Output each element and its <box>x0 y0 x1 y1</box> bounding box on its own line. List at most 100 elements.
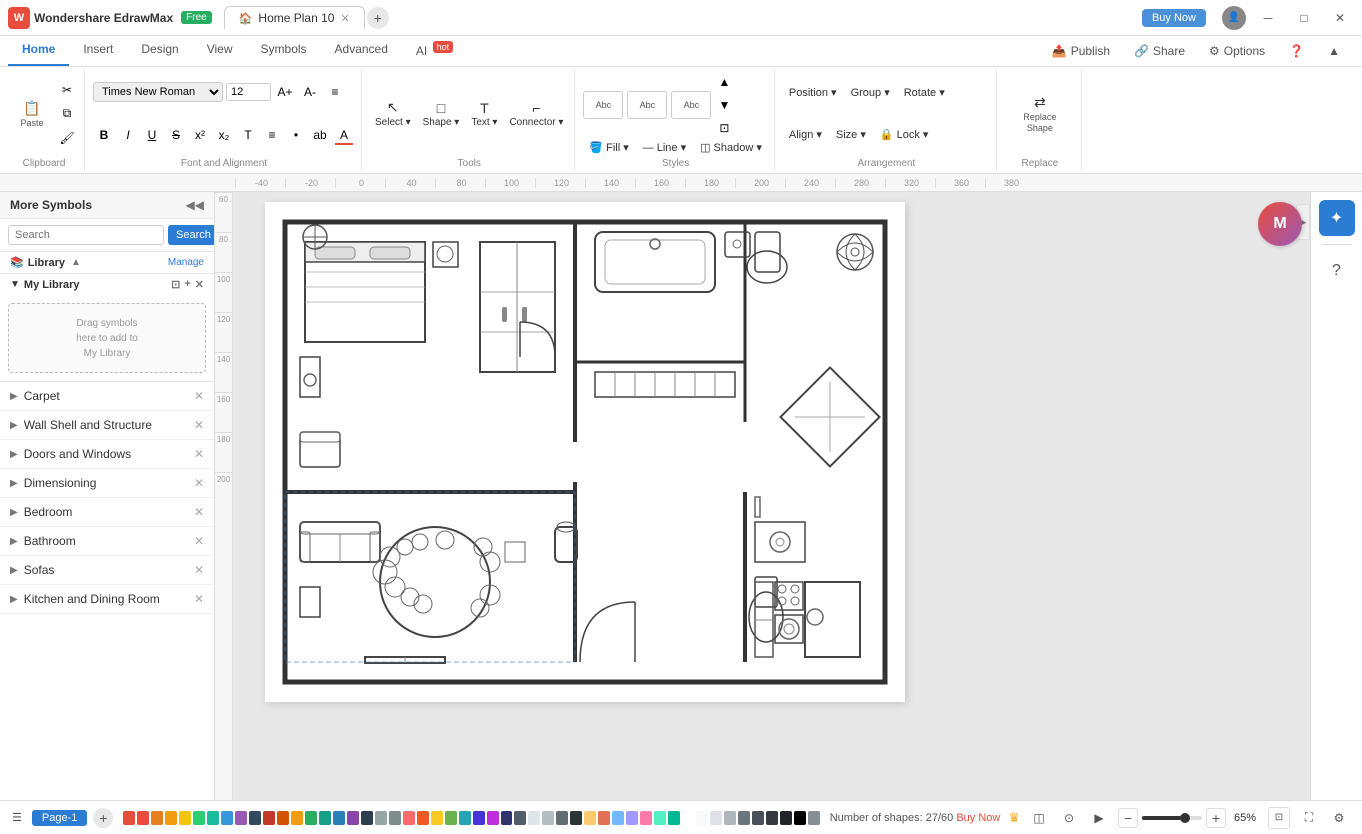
mindmap-logo[interactable]: M <box>1258 202 1302 246</box>
color-swatch[interactable] <box>235 811 247 825</box>
user-avatar[interactable]: 👤 <box>1222 6 1246 30</box>
group-button[interactable]: Group ▾ <box>845 84 896 101</box>
color-swatch[interactable] <box>361 811 373 825</box>
tab-home[interactable]: Home <box>8 36 69 66</box>
sidebar-item-doors-windows[interactable]: ▶ Doors and Windows ✕ <box>0 440 214 469</box>
shape-button[interactable]: □ Shape ▾ <box>418 98 465 130</box>
sidebar-item-kitchen[interactable]: ▶ Kitchen and Dining Room ✕ <box>0 585 214 614</box>
sidebar-item-bedroom[interactable]: ▶ Bedroom ✕ <box>0 498 214 527</box>
minimize-button[interactable]: ─ <box>1254 4 1282 32</box>
color-swatch[interactable] <box>179 811 191 825</box>
color-swatch[interactable] <box>305 811 317 825</box>
sidebar-item-sofas[interactable]: ▶ Sofas ✕ <box>0 556 214 585</box>
subscript-button[interactable]: x₂ <box>213 124 235 146</box>
color-swatch[interactable] <box>137 811 149 825</box>
publish-button[interactable]: 📤 Publish <box>1042 40 1120 62</box>
cut-button[interactable]: ✂ <box>56 79 78 101</box>
settings-button[interactable]: ⚙ <box>1328 807 1350 829</box>
list-button[interactable]: ≡ <box>261 124 283 146</box>
font-family-select[interactable]: Times New Roman Arial Helvetica <box>93 82 223 102</box>
style-shape-1[interactable]: Abc <box>583 91 623 119</box>
search-input[interactable] <box>8 225 164 245</box>
restore-button[interactable]: □ <box>1290 4 1318 32</box>
color-swatch[interactable] <box>207 811 219 825</box>
color-swatch[interactable] <box>752 811 764 825</box>
cat-close-icon[interactable]: ✕ <box>194 505 204 519</box>
position-button[interactable]: Position ▾ <box>783 84 843 101</box>
line-button[interactable]: —Line ▾ <box>637 139 692 156</box>
color-swatch[interactable] <box>417 811 429 825</box>
font-color-button[interactable]: A <box>333 124 355 146</box>
connector-button[interactable]: ⌐ Connector ▾ <box>504 98 568 130</box>
sidebar-toggle-button[interactable]: ☰ <box>12 811 22 824</box>
new-tab-btn[interactable]: + <box>367 7 389 29</box>
underline-button[interactable]: U <box>141 124 163 146</box>
color-swatch[interactable] <box>794 811 806 825</box>
close-button[interactable]: ✕ <box>1326 4 1354 32</box>
text-button[interactable]: T Text ▾ <box>466 98 502 130</box>
strikethrough-button[interactable]: S <box>165 124 187 146</box>
my-library-close-icon[interactable]: ✕ <box>195 278 204 291</box>
cat-close-icon[interactable]: ✕ <box>194 592 204 606</box>
help-panel-button[interactable]: ? <box>1319 253 1355 289</box>
size-button[interactable]: Size ▾ <box>830 126 872 143</box>
color-swatch[interactable] <box>459 811 471 825</box>
lock-button[interactable]: 🔒 Lock ▾ <box>874 126 935 143</box>
cat-close-icon[interactable]: ✕ <box>194 418 204 432</box>
color-swatch[interactable] <box>542 811 554 825</box>
replace-shape-button[interactable]: ⇄ Replace Shape <box>1005 92 1075 135</box>
zoom-in-button[interactable]: + <box>1206 808 1226 828</box>
color-swatch[interactable] <box>724 811 736 825</box>
color-swatch[interactable] <box>389 811 401 825</box>
manage-link[interactable]: Manage <box>168 257 204 268</box>
sidebar-item-wall-shell[interactable]: ▶ Wall Shell and Structure ✕ <box>0 411 214 440</box>
font-size-input[interactable] <box>226 83 271 101</box>
cat-close-icon[interactable]: ✕ <box>194 447 204 461</box>
color-swatch[interactable] <box>249 811 261 825</box>
color-swatch[interactable] <box>570 811 582 825</box>
font-size-increase-button[interactable]: A+ <box>274 81 296 103</box>
help-button[interactable]: ❓ <box>1279 40 1314 62</box>
color-swatch[interactable] <box>375 811 387 825</box>
color-swatch[interactable] <box>319 811 331 825</box>
zoom-slider[interactable] <box>1142 816 1202 820</box>
cat-close-icon[interactable]: ✕ <box>194 389 204 403</box>
tab-symbols[interactable]: Symbols <box>247 36 321 66</box>
color-swatch[interactable] <box>710 811 722 825</box>
tab-ai[interactable]: AI hot <box>402 36 467 66</box>
color-swatch[interactable] <box>528 811 540 825</box>
fill-button[interactable]: 🪣Fill ▾ <box>583 139 634 156</box>
color-swatch[interactable] <box>626 811 638 825</box>
zoom-out-button[interactable]: − <box>1118 808 1138 828</box>
buy-now-button[interactable]: Buy Now <box>1142 9 1206 27</box>
tab-insert[interactable]: Insert <box>69 36 127 66</box>
sidebar-collapse-button[interactable]: ◀◀ <box>186 198 204 212</box>
my-library-add-icon[interactable]: + <box>184 278 190 291</box>
color-swatch[interactable] <box>333 811 345 825</box>
options-button[interactable]: ⚙ Options <box>1199 40 1275 62</box>
my-library-expand-icon[interactable]: ⊡ <box>171 278 180 291</box>
color-swatch[interactable] <box>584 811 596 825</box>
shadow-button[interactable]: ◫Shadow ▾ <box>694 139 768 156</box>
search-button[interactable]: Search <box>168 225 215 245</box>
fullscreen-button[interactable]: ⛶ <box>1298 807 1320 829</box>
text-case-button[interactable]: ab <box>309 124 331 146</box>
color-swatch[interactable] <box>445 811 457 825</box>
italic-button[interactable]: I <box>117 124 139 146</box>
paste-button[interactable]: 📋 Paste <box>10 98 54 130</box>
color-swatch[interactable] <box>696 811 708 825</box>
color-swatch[interactable] <box>738 811 750 825</box>
styles-scroll-up[interactable]: ▲ <box>713 71 735 93</box>
color-swatch[interactable] <box>403 811 415 825</box>
color-swatch[interactable] <box>151 811 163 825</box>
color-swatch[interactable] <box>640 811 652 825</box>
color-swatch[interactable] <box>277 811 289 825</box>
color-swatch[interactable] <box>431 811 443 825</box>
canvas-area[interactable]: 60 80 100 120 140 160 180 200 <box>215 192 1362 800</box>
color-swatch[interactable] <box>612 811 624 825</box>
color-swatch[interactable] <box>766 811 778 825</box>
tab-view[interactable]: View <box>193 36 247 66</box>
bullet-button[interactable]: • <box>285 124 307 146</box>
color-swatch[interactable] <box>473 811 485 825</box>
color-swatch[interactable] <box>165 811 177 825</box>
